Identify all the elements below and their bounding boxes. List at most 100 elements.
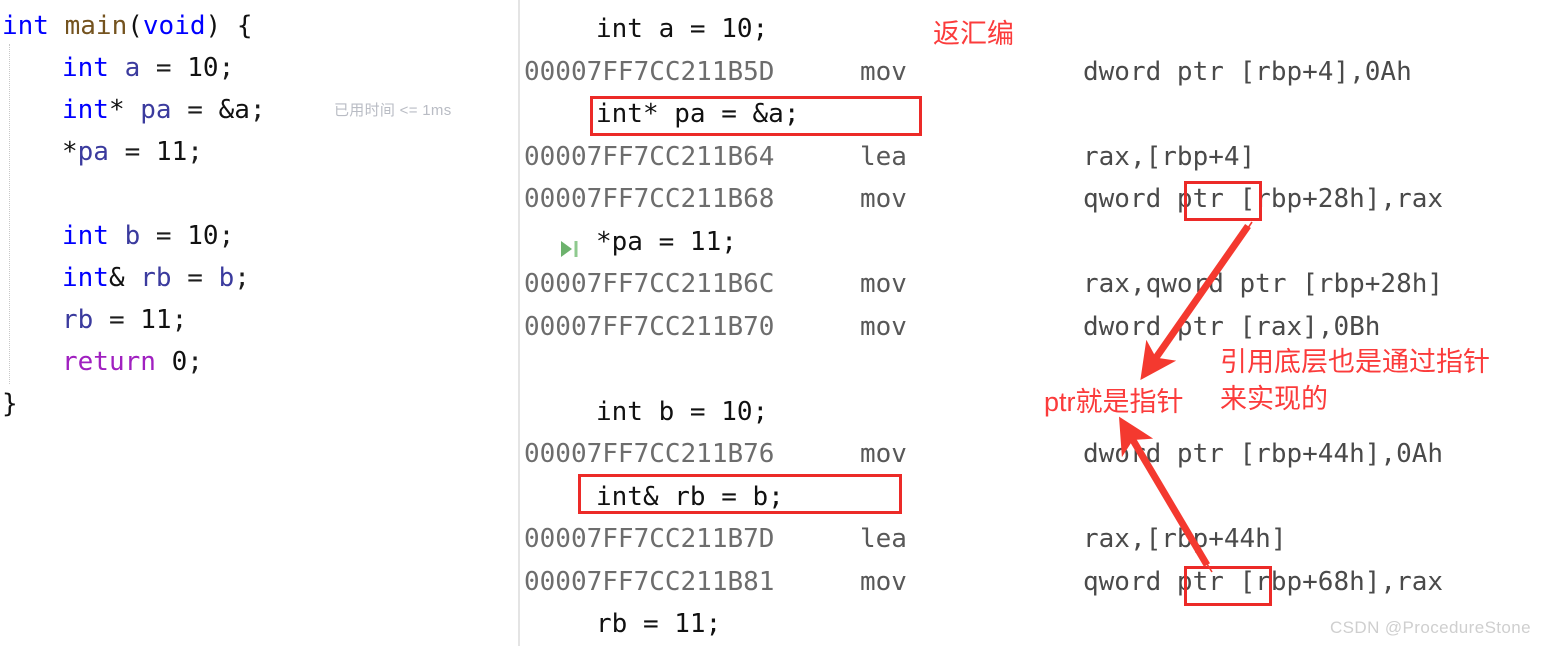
code-token: ;	[249, 95, 266, 125]
instruction-mnemonic: mov	[860, 56, 907, 87]
disassembly-instruction-row[interactable]: 00007FF7CC211B64 lea rax,[rbp+4]	[520, 136, 1543, 178]
instruction-mnemonic: mov	[860, 184, 907, 214]
source-line[interactable]: int b = 10;	[0, 215, 580, 257]
disassembly-source-text: *pa = 11;	[596, 226, 737, 257]
source-line[interactable]: int a = 10;	[0, 47, 580, 89]
disassembly-source-text: int* pa = &a;	[596, 99, 800, 129]
code-token: *	[108, 95, 125, 125]
disassembly-pane[interactable]: int a = 10; 00007FF7CC211B5D mov dword ptr …	[520, 0, 1543, 646]
disassembly-instruction-row[interactable]: 00007FF7CC211B5D mov dword ptr [rbp+4],0Ah	[520, 51, 1543, 93]
disassembly-instruction-row[interactable]: 00007FF7CC211B70 mov dword ptr [rax],0Bh	[520, 306, 1543, 348]
instruction-address: 00007FF7CC211B70	[524, 311, 775, 342]
instruction-operands: dword ptr [rbp+44h],0Ah	[1083, 439, 1444, 469]
code-token: &	[108, 263, 125, 293]
instruction-operands: qword ptr [rbp+28h],rax	[1083, 184, 1444, 214]
code-token: int	[62, 221, 109, 251]
code-token: return	[62, 347, 156, 377]
instruction-operands: rax,[rbp+44h]	[1083, 524, 1287, 554]
instruction-mnemonic: mov	[860, 439, 907, 469]
annotation-reference-line2: 来实现的	[1220, 384, 1328, 414]
code-token: 10	[187, 221, 219, 251]
disassembly-source-row[interactable]: int* pa = &a;	[520, 93, 1543, 135]
run-to-cursor-icon[interactable]	[558, 231, 580, 257]
code-token: ;	[234, 263, 250, 293]
code-token: *	[62, 137, 78, 167]
instruction-mnemonic: lea	[860, 141, 907, 172]
source-line[interactable]: rb = 11;	[0, 299, 580, 341]
disassembly-instruction-row[interactable]: 00007FF7CC211B7D lea rax,[rbp+44h]	[520, 518, 1543, 560]
code-token: int	[2, 11, 49, 41]
code-token: ;	[218, 53, 235, 83]
code-token: ;	[187, 347, 203, 377]
code-token: 11	[140, 305, 172, 335]
source-line[interactable]: return 0;	[0, 341, 580, 383]
instruction-operands: rax,[rbp+4]	[1083, 141, 1256, 172]
disassembly-source-text: int a = 10;	[596, 14, 769, 44]
code-token: rb	[140, 263, 172, 293]
source-line[interactable]: int* pa = &a;	[0, 89, 580, 131]
source-line[interactable]: int main(void) {	[0, 5, 520, 47]
annotation-reference-line1: 引用底层也是通过指针	[1220, 347, 1490, 377]
code-token: 10	[187, 53, 219, 83]
disassembly-source-row[interactable]: int a = 10;	[520, 8, 1543, 50]
source-code-editor-pane[interactable]: int main(void) {int a = 10; int* pa = &a;…	[0, 0, 518, 646]
code-token: b	[124, 221, 141, 251]
instruction-address: 00007FF7CC211B76	[524, 439, 775, 469]
code-token: =	[171, 95, 219, 125]
disassembly-instruction-row[interactable]: 00007FF7CC211B68 mov qword ptr [rbp+28h],r…	[520, 178, 1543, 220]
code-token: =	[108, 137, 156, 167]
csdn-watermark: CSDN @ProcedureStone	[1329, 618, 1531, 637]
code-token: ) {	[205, 11, 253, 41]
disassembly-instruction-row[interactable]: 00007FF7CC211B76 mov dword ptr [rbp+44h],0…	[520, 433, 1543, 475]
disassembly-source-text: rb = 11;	[596, 609, 722, 639]
instruction-address: 00007FF7CC211B5D	[524, 56, 775, 87]
elapsed-time-hint: 已用时间 <= 1ms	[334, 102, 452, 119]
code-token: ;	[218, 221, 235, 251]
instruction-mnemonic: mov	[860, 269, 907, 299]
code-token: }	[2, 389, 18, 419]
code-token: =	[171, 263, 219, 293]
annotation-ptr-is-pointer: ptr就是指针	[1044, 387, 1184, 417]
code-token: int	[62, 95, 109, 125]
code-token: a	[124, 53, 141, 83]
source-line[interactable]: *pa = 11;	[0, 131, 580, 173]
code-token: void	[142, 11, 206, 41]
code-token: int	[62, 263, 109, 293]
instruction-address: 00007FF7CC211B6C	[524, 269, 775, 299]
code-token: ;	[171, 305, 188, 335]
code-token: &a	[218, 95, 250, 125]
instruction-operands: qword ptr [rbp+68h],rax	[1083, 566, 1444, 597]
instruction-address: 00007FF7CC211B7D	[524, 524, 775, 554]
disassembly-instruction-row[interactable]: 00007FF7CC211B81 mov qword ptr [rbp+68h],r…	[520, 561, 1543, 603]
disassembly-source-row[interactable]: *pa = 11;	[520, 221, 1543, 263]
disassembly-source-row[interactable]: int& rb = b;	[520, 476, 1543, 518]
code-token: ;	[187, 137, 203, 167]
instruction-address: 00007FF7CC211B64	[524, 141, 775, 172]
instruction-address: 00007FF7CC211B81	[524, 566, 775, 597]
code-token: rb	[62, 305, 94, 335]
code-token: (	[127, 11, 143, 41]
source-line[interactable]: int& rb = b;	[0, 257, 580, 299]
code-token: 0	[171, 347, 188, 377]
instruction-mnemonic: mov	[860, 311, 907, 342]
instruction-operands: rax,qword ptr [rbp+28h]	[1083, 269, 1444, 299]
disassembly-instruction-row[interactable]: 00007FF7CC211B6C mov rax,qword ptr [rbp+28…	[520, 263, 1543, 305]
code-token: =	[140, 221, 188, 251]
code-token: pa	[77, 137, 109, 167]
source-line[interactable]: }	[0, 383, 520, 425]
disassembly-source-text: int b = 10;	[596, 396, 769, 427]
source-line[interactable]	[0, 173, 580, 215]
code-token: main	[64, 11, 128, 41]
disassembly-source-row[interactable]: int b = 10;	[520, 391, 1543, 433]
disassembly-source-text: int& rb = b;	[596, 481, 784, 512]
code-token: b	[218, 263, 235, 293]
code-token: 11	[155, 137, 188, 167]
code-token: int	[62, 53, 109, 83]
instruction-mnemonic: mov	[860, 566, 907, 597]
